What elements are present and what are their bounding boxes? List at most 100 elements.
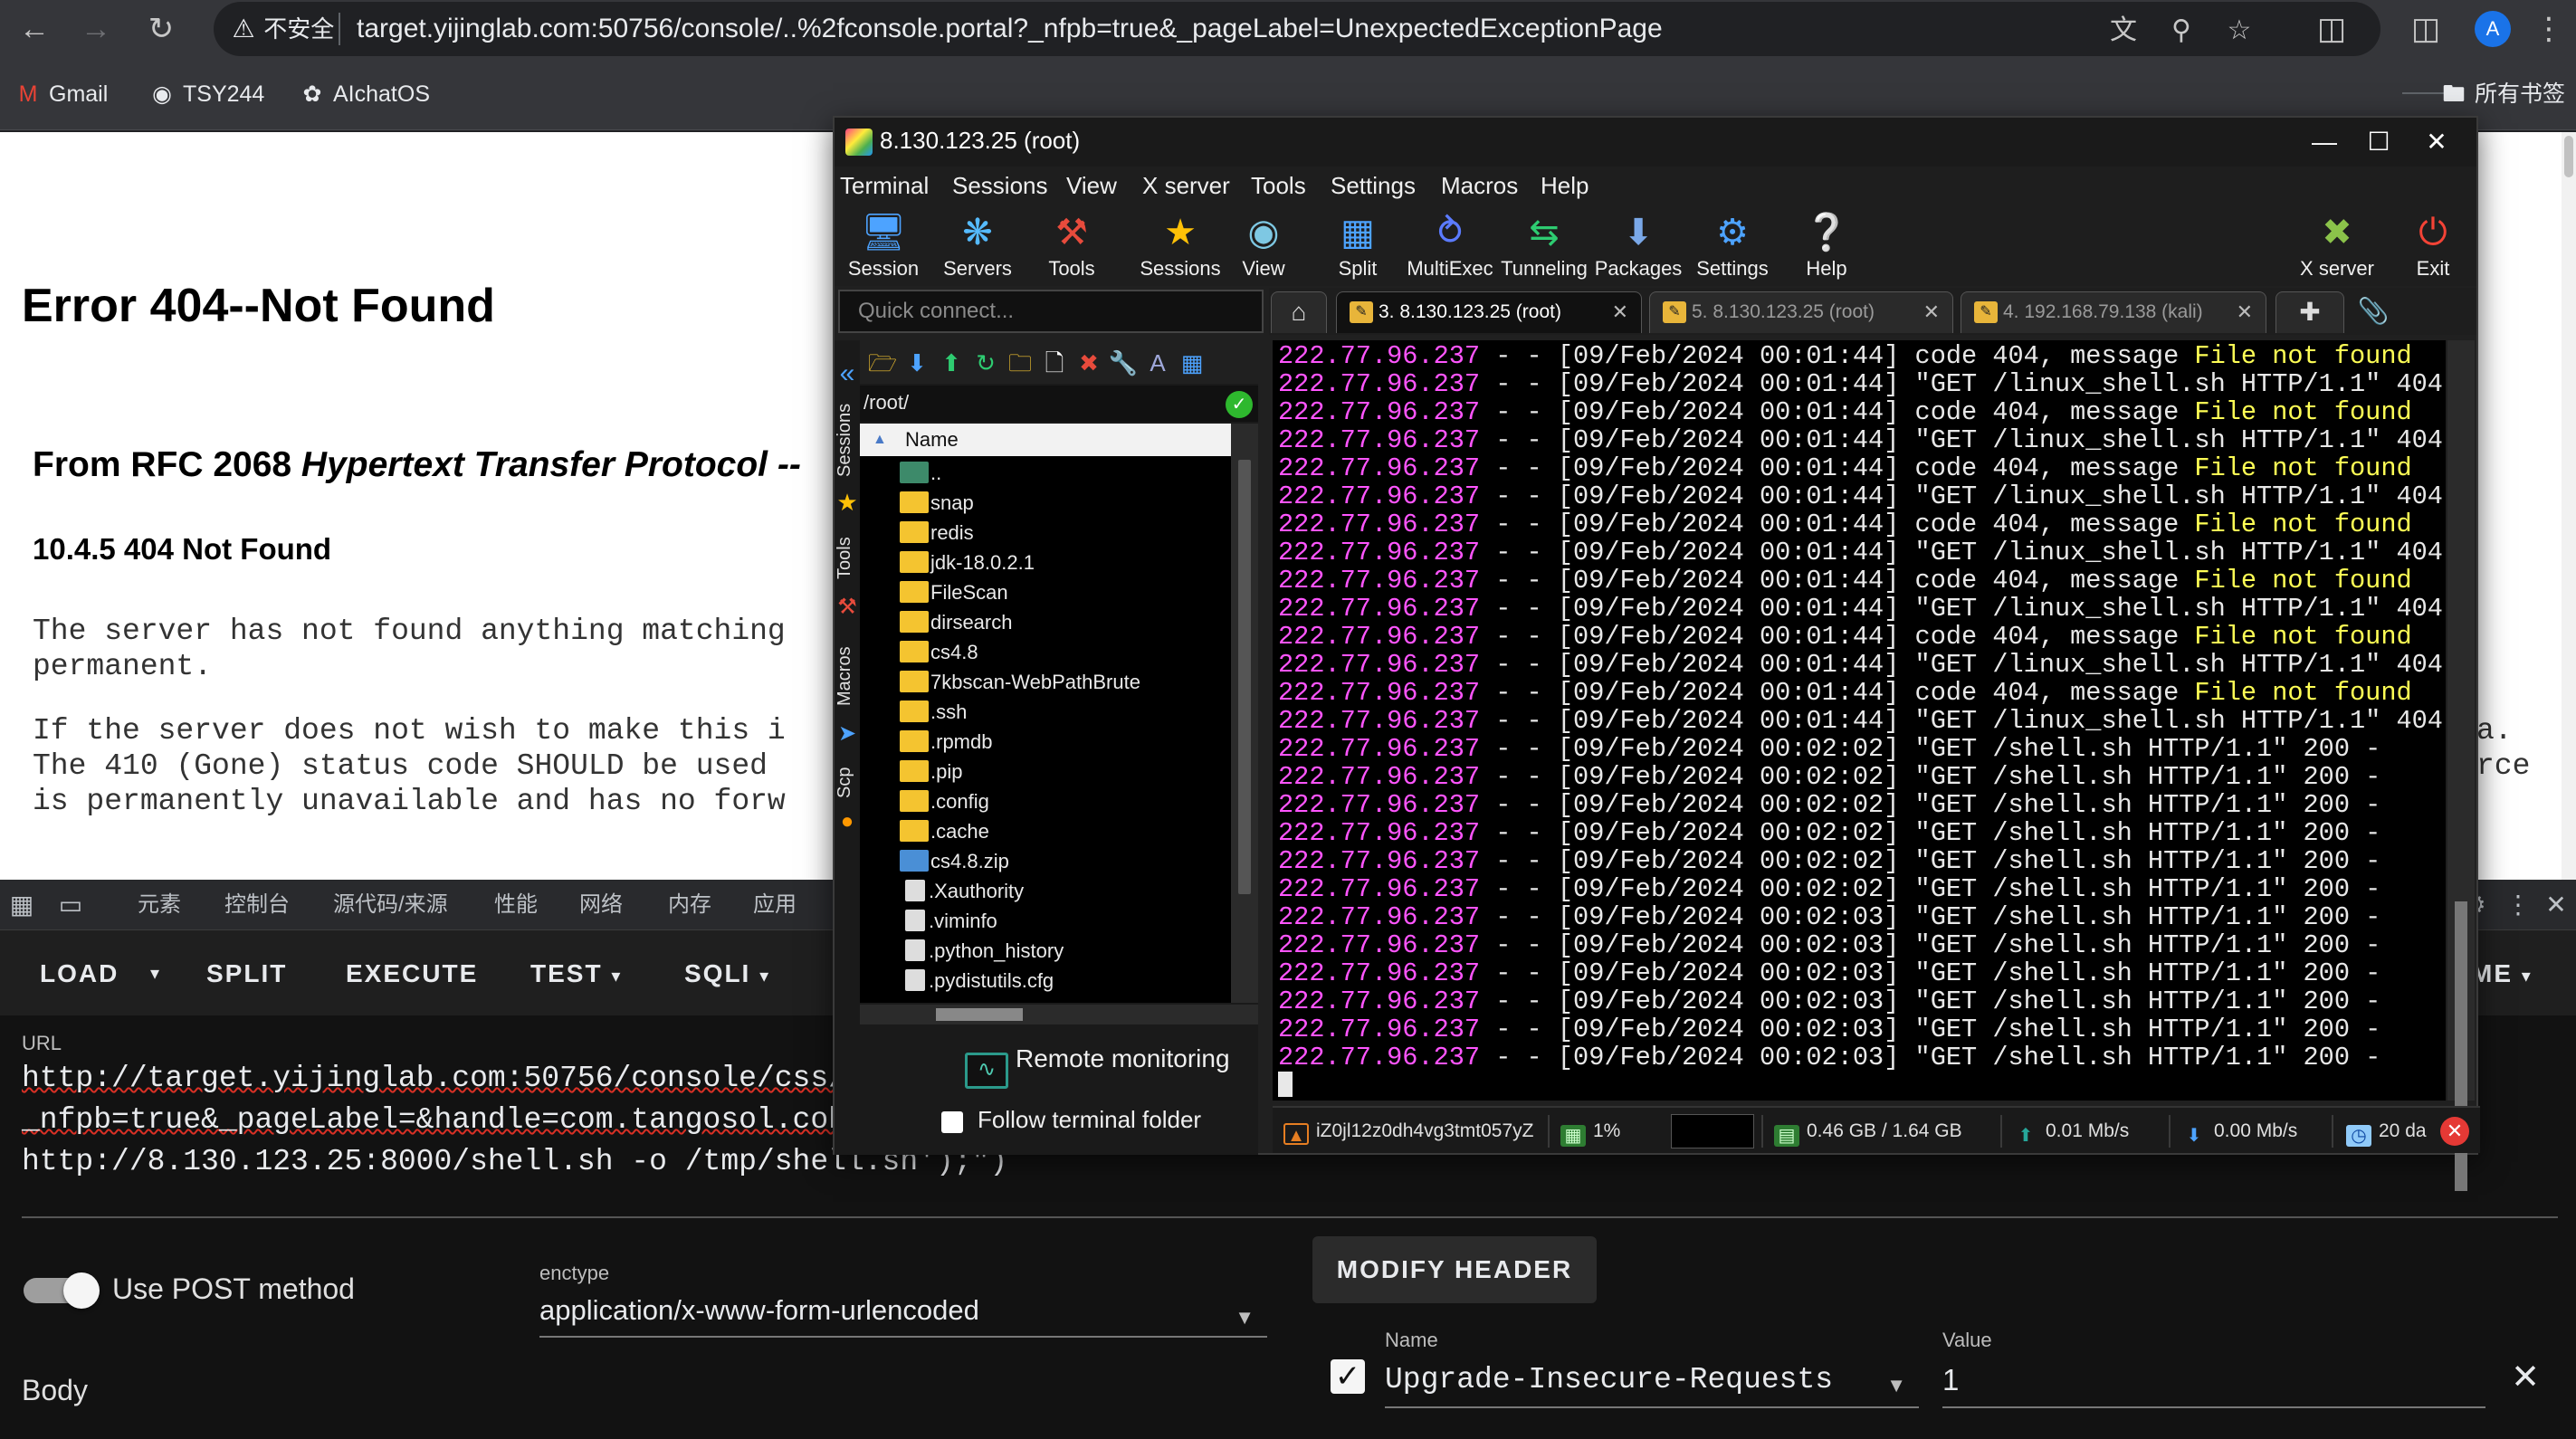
tab-application[interactable]: 应用 (753, 891, 797, 920)
bookmark-aichatos[interactable]: ✿ AIchatOS (299, 78, 430, 110)
tab-close-icon[interactable]: ✕ (1612, 292, 1628, 332)
test-button[interactable]: TEST ▾ (530, 956, 622, 992)
terminal-output[interactable]: 222.77.96.237 - - [09/Feb/2024 00:01:44]… (1273, 340, 2446, 1101)
bookmark-star-icon[interactable]: ☆ (2221, 13, 2257, 49)
collapse-icon[interactable]: « (835, 358, 860, 388)
zoom-icon[interactable]: ⚲ (2163, 13, 2199, 49)
scroll-thumb[interactable] (2564, 136, 2573, 177)
menu-settings[interactable]: Settings (1331, 172, 1416, 200)
quick-connect-input[interactable]: Quick connect... (838, 290, 1264, 333)
terminal-scrollbar[interactable] (2447, 340, 2475, 1191)
forward-icon[interactable]: → (76, 9, 116, 49)
back-icon[interactable]: ← (14, 9, 54, 49)
enctype-select[interactable]: application/x-www-form-urlencoded ▼ (539, 1291, 1267, 1338)
path-ok-icon[interactable]: ✓ (1226, 391, 1253, 418)
profile-avatar[interactable]: A (2475, 11, 2511, 47)
upload-icon[interactable]: ⬆ (936, 348, 967, 378)
attachment-icon[interactable]: 📎 (2355, 291, 2391, 333)
file-list-item[interactable]: .ssh (900, 697, 967, 727)
file-list-item[interactable]: FileScan (900, 577, 1008, 607)
settings-button[interactable]: ⚙ Settings (1687, 208, 1778, 284)
url-line-2[interactable]: _nfpb=true&_pageLabel=&handle=com.tangos… (22, 1101, 864, 1140)
help-button[interactable]: ❔ Help (1781, 208, 1872, 284)
tab-close-icon[interactable]: ✕ (2237, 292, 2253, 332)
file-list-item[interactable]: jdk-18.0.2.1 (900, 548, 1035, 577)
file-list-item[interactable]: .rpmdb (900, 727, 992, 757)
header-enabled-checkbox[interactable]: ✓ (1331, 1359, 1365, 1394)
file-list-item[interactable]: .pydistutils.cfg (900, 966, 1054, 996)
parent-folder-icon[interactable]: 🗁 (867, 348, 898, 378)
window-titlebar[interactable]: 8.130.123.25 (root) — ☐ ✕ (835, 118, 2476, 167)
tab-console[interactable]: 控制台 (224, 891, 290, 920)
servers-button[interactable]: ❋ Servers (932, 208, 1023, 284)
menu-terminal[interactable]: Terminal (840, 172, 929, 200)
delete-icon[interactable]: ✖ (1073, 348, 1104, 378)
devtools-more-icon[interactable]: ⋮ (2502, 889, 2534, 921)
reload-icon[interactable]: ↻ (141, 9, 181, 49)
theme-button[interactable]: ME ▾ (2471, 956, 2533, 992)
split-button[interactable]: SPLIT (206, 956, 287, 992)
multiexec-button[interactable]: ⥁ MultiExec (1405, 208, 1495, 284)
sftp-vertical-scrollbar[interactable] (1231, 424, 1258, 1003)
post-method-toggle[interactable] (24, 1272, 100, 1309)
menu-xserver[interactable]: X server (1142, 172, 1230, 200)
tab-performance[interactable]: 性能 (494, 891, 538, 920)
address-bar[interactable]: ⚠ 不安全 target.yijinglab.com:50756/console… (214, 2, 2380, 56)
file-list-item[interactable]: dirsearch (900, 607, 1012, 637)
inspect-icon[interactable]: ▦ (5, 889, 38, 921)
tab-network[interactable]: 网络 (579, 891, 623, 920)
menu-icon[interactable]: ⋮ (2529, 9, 2569, 49)
header-value-input[interactable]: 1 (1942, 1358, 2485, 1408)
close-icon[interactable]: ✕ (2409, 125, 2464, 159)
file-list-item[interactable]: 7kbscan-WebPathBrute (900, 667, 1140, 697)
file-list-item[interactable]: cs4.8.zip (900, 846, 1009, 876)
remote-monitoring-button[interactable]: ∿ Remote monitoring (965, 1044, 1230, 1089)
tab-session-5[interactable]: ✎ 5. 8.130.123.25 (root) ✕ (1649, 291, 1953, 333)
sftp-horizontal-scrollbar[interactable] (860, 1005, 1258, 1024)
minimize-icon[interactable]: — (2297, 125, 2352, 159)
file-list-item[interactable]: .cache (900, 816, 989, 846)
split-button[interactable]: ▦ Split (1312, 208, 1403, 284)
security-indicator[interactable]: ⚠ 不安全 (230, 11, 334, 47)
bookmark-gmail[interactable]: M Gmail (14, 78, 109, 110)
load-dropdown-icon[interactable]: ▾ (150, 956, 161, 992)
menu-sessions[interactable]: Sessions (952, 172, 1048, 200)
load-button[interactable]: LOAD (40, 956, 119, 992)
tab-close-icon[interactable]: ✕ (1923, 292, 1940, 332)
menu-help[interactable]: Help (1541, 172, 1589, 200)
bookmark-tsy244[interactable]: ◉ TSY244 (148, 78, 264, 110)
view-button[interactable]: ◉ View (1218, 208, 1309, 284)
page-scrollbar[interactable] (2562, 132, 2576, 880)
tunneling-button[interactable]: ⇆ Tunneling (1499, 208, 1589, 284)
file-list-item[interactable]: redis (900, 518, 974, 548)
execute-button[interactable]: EXECUTE (346, 956, 478, 992)
rename-icon[interactable]: A (1142, 348, 1173, 378)
tab-session-4[interactable]: ✎ 4. 192.168.79.138 (kali) ✕ (1961, 291, 2266, 333)
scroll-thumb[interactable] (1238, 460, 1251, 894)
url-line-1[interactable]: http://target.yijinglab.com:50756/consol… (22, 1059, 864, 1099)
properties-icon[interactable]: ▦ (1177, 348, 1207, 378)
file-list-item[interactable]: .. (900, 458, 941, 488)
file-list-item[interactable]: .config (900, 786, 989, 816)
download-icon[interactable]: ⬇ (902, 348, 932, 378)
extensions-icon[interactable]: ◫ (2312, 9, 2352, 49)
xserver-button[interactable]: ✖ X server (2292, 208, 2382, 284)
file-list-item[interactable]: cs4.8 (900, 637, 978, 667)
devtools-close-icon[interactable]: ✕ (2540, 889, 2572, 921)
refresh-icon[interactable]: ↻ (970, 348, 1001, 378)
remove-header-icon[interactable]: ✕ (2507, 1359, 2543, 1396)
tab-elements[interactable]: 元素 (138, 891, 181, 920)
side-tab-sessions[interactable]: Sessions (835, 395, 860, 485)
new-file-icon[interactable]: 🗋 (1039, 348, 1070, 378)
name-column-header[interactable]: ▲ Name (860, 424, 1231, 456)
side-tab-scp[interactable]: Scp (835, 760, 860, 805)
translate-icon[interactable]: 文 (2105, 13, 2142, 49)
file-list-item[interactable]: snap (900, 488, 974, 518)
session-button[interactable]: 🖥 Session (838, 208, 929, 284)
tab-memory[interactable]: 内存 (668, 891, 711, 920)
maximize-icon[interactable]: ☐ (2352, 125, 2406, 159)
modify-header-button[interactable]: MODIFY HEADER (1312, 1236, 1597, 1303)
sftp-path-input[interactable]: /root/ ✓ (860, 386, 1258, 422)
menu-tools[interactable]: Tools (1251, 172, 1306, 200)
device-toggle-icon[interactable]: ▭ (54, 889, 87, 921)
